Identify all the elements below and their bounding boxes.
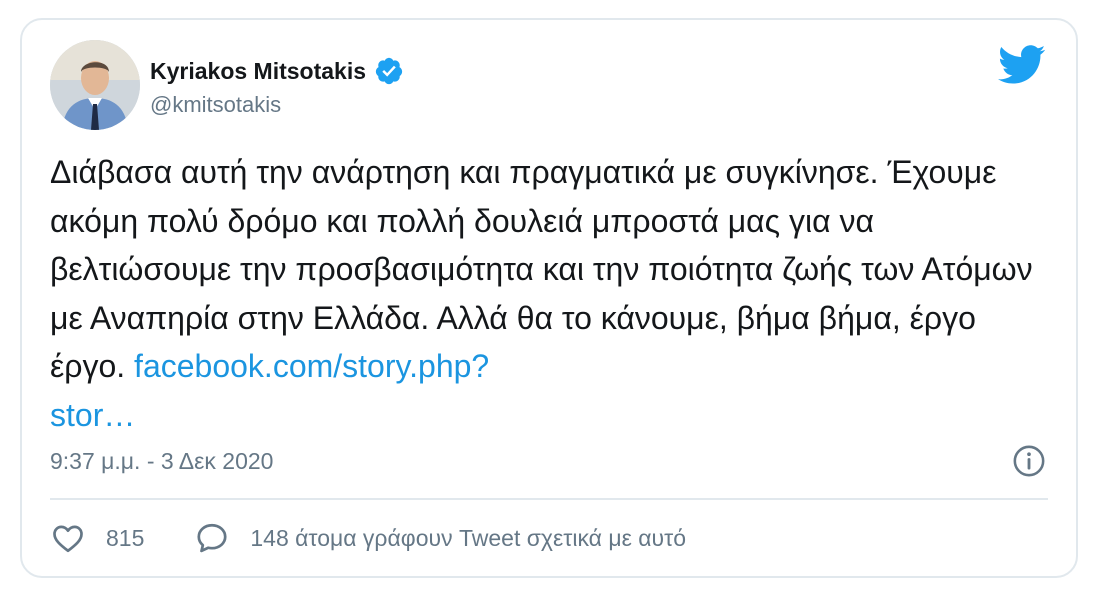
tweet-card[interactable]: Kyriakos Mitsotakis @kmitsotakis Διάβασα…	[20, 18, 1078, 578]
reply-label[interactable]: 148 άτομα γράφουν Tweet σχετικά με αυτό	[250, 525, 686, 552]
twitter-bird-icon[interactable]	[998, 44, 1046, 86]
divider	[50, 498, 1048, 500]
heart-icon[interactable]	[50, 520, 86, 556]
tweet-text: Διάβασα αυτή την ανάρτηση και πραγματικά…	[50, 148, 1050, 439]
author-handle[interactable]: @kmitsotakis	[150, 92, 281, 118]
tweet-timestamp[interactable]: 9:37 μ.μ. - 3 Δεκ 2020	[50, 448, 273, 475]
speech-bubble-icon[interactable]	[194, 520, 230, 556]
verified-badge-icon	[374, 56, 404, 86]
avatar[interactable]	[50, 40, 140, 130]
info-icon[interactable]	[1012, 444, 1046, 478]
like-count[interactable]: 815	[106, 525, 144, 552]
author-name[interactable]: Kyriakos Mitsotakis	[150, 58, 366, 85]
tweet-actions: 815 148 άτομα γράφουν Tweet σχετικά με α…	[50, 520, 686, 556]
author-row: Kyriakos Mitsotakis	[150, 56, 404, 86]
